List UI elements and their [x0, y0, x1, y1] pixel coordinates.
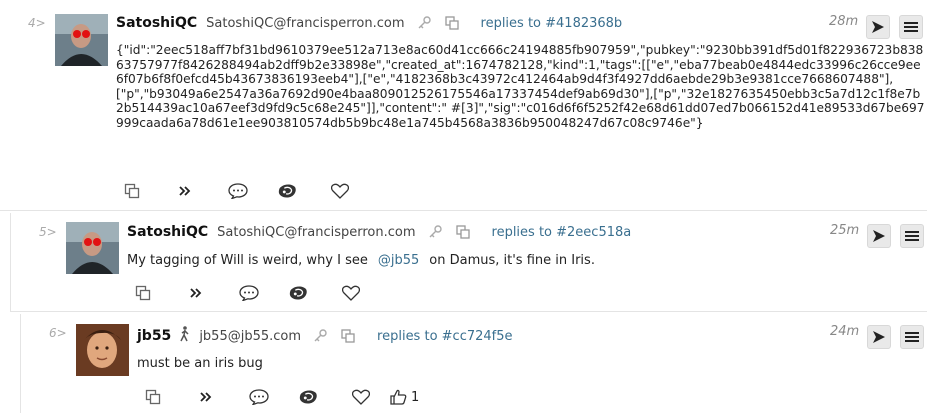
send-icon — [873, 230, 885, 242]
reply-to-link[interactable]: replies to #2eec518a — [492, 225, 632, 240]
thumbs-up-icon[interactable] — [388, 387, 408, 407]
menu-icon — [904, 22, 918, 32]
post-content: {"id":"2eec518aff7bf31bd9610379ee512a713… — [116, 43, 925, 130]
copy-icon[interactable] — [143, 387, 163, 407]
post-index: 6> — [49, 326, 67, 340]
forward-icon[interactable] — [186, 283, 206, 303]
key-icon[interactable] — [313, 329, 327, 343]
nip05-address[interactable]: SatoshiQC@francisperron.com — [206, 16, 404, 31]
zap-steak-icon[interactable] — [298, 387, 318, 407]
forward-icon[interactable] — [175, 181, 195, 201]
zap-steak-icon[interactable] — [277, 181, 297, 201]
walking-person-icon — [179, 326, 191, 346]
menu-button[interactable] — [899, 15, 923, 39]
copy-icon[interactable] — [341, 329, 355, 343]
copy-icon[interactable] — [455, 225, 470, 239]
avatar[interactable] — [55, 14, 108, 66]
zap-steak-icon[interactable] — [288, 283, 308, 303]
author-name[interactable]: jb55 — [137, 328, 171, 344]
comment-icon[interactable] — [239, 283, 259, 303]
post-header: jb55 jb55@jb55.com replies to #cc724f5e — [137, 326, 513, 346]
key-icon[interactable] — [428, 225, 442, 239]
copy-icon[interactable] — [122, 181, 142, 201]
author-name[interactable]: SatoshiQC — [127, 224, 208, 240]
action-bar: 1 — [143, 387, 419, 407]
post-content: must be an iris bug — [137, 356, 263, 371]
send-button[interactable] — [867, 224, 891, 248]
forward-icon[interactable] — [196, 387, 216, 407]
post-4: 4> SatoshiQC SatoshiQC@francisperron.com… — [0, 0, 927, 211]
comment-icon[interactable] — [249, 387, 269, 407]
post-index: 5> — [39, 225, 57, 239]
post-header: SatoshiQC SatoshiQC@francisperron.com re… — [116, 15, 622, 31]
send-button[interactable] — [866, 15, 890, 39]
author-name[interactable]: SatoshiQC — [116, 15, 197, 31]
send-icon — [872, 21, 884, 33]
copy-icon[interactable] — [444, 16, 459, 30]
avatar[interactable] — [66, 222, 119, 274]
post-age: 28m — [829, 14, 859, 29]
like-heart-icon[interactable] — [341, 283, 361, 303]
menu-button[interactable] — [900, 325, 924, 349]
reply-to-link[interactable]: replies to #4182368b — [481, 16, 623, 31]
post-index: 4> — [28, 16, 46, 30]
mention-link[interactable]: @jb55 — [378, 253, 419, 268]
reply-to-link[interactable]: replies to #cc724f5e — [377, 329, 512, 344]
send-button[interactable] — [867, 325, 891, 349]
post-text: My tagging of Will is weird, why I see — [127, 253, 368, 268]
menu-icon — [905, 231, 919, 241]
like-heart-icon[interactable] — [351, 387, 371, 407]
action-bar — [133, 283, 361, 303]
key-icon[interactable] — [417, 16, 431, 30]
post-age: 24m — [830, 324, 860, 339]
post-header: SatoshiQC SatoshiQC@francisperron.com re… — [127, 224, 631, 240]
avatar[interactable] — [76, 324, 129, 376]
post-6: 6> jb55 jb55@jb55.com replies to #cc724f… — [20, 314, 927, 413]
copy-icon[interactable] — [133, 283, 153, 303]
nip05-address[interactable]: jb55@jb55.com — [199, 329, 301, 344]
menu-button[interactable] — [900, 224, 924, 248]
post-5: 5> SatoshiQC SatoshiQC@francisperron.com… — [10, 213, 927, 312]
post-text: on Damus, it's fine in Iris. — [429, 253, 595, 268]
nip05-address[interactable]: SatoshiQC@francisperron.com — [217, 225, 415, 240]
send-icon — [873, 331, 885, 343]
post-content: My tagging of Will is weird, why I see @j… — [127, 253, 595, 268]
like-heart-icon[interactable] — [330, 181, 350, 201]
menu-icon — [905, 332, 919, 342]
comment-icon[interactable] — [228, 181, 248, 201]
post-age: 25m — [830, 223, 860, 238]
action-bar — [122, 181, 350, 201]
reaction-count: 1 — [411, 389, 420, 405]
